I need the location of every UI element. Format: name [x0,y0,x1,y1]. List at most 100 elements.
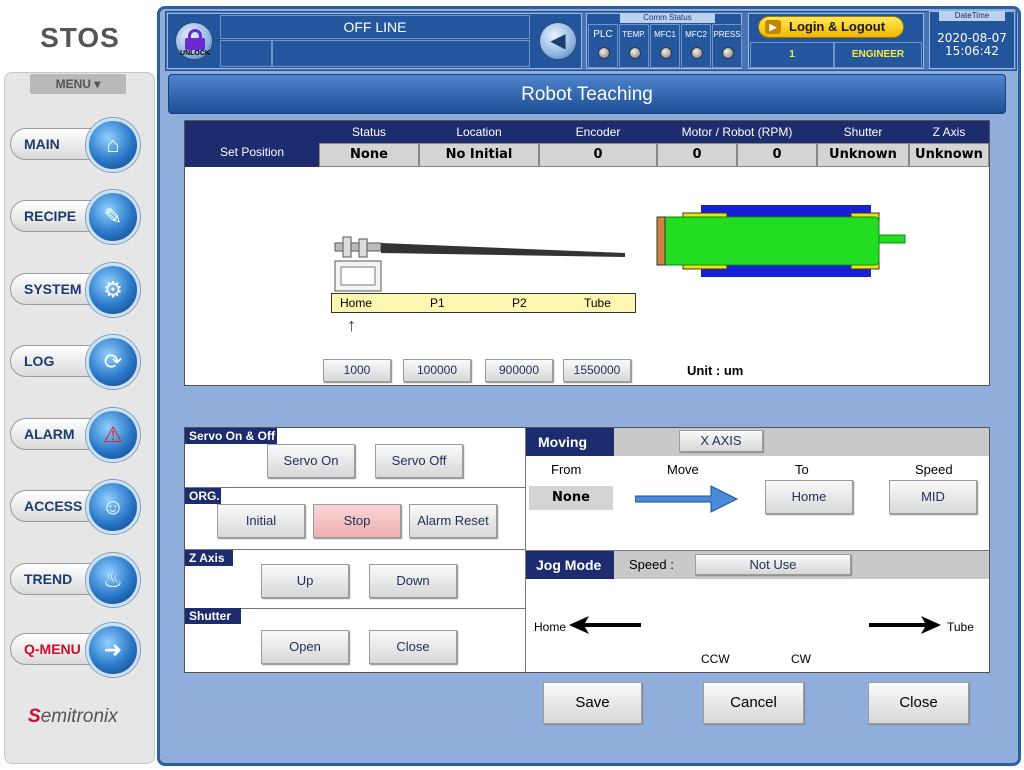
moving-section-title: Moving [526,428,614,456]
save-button[interactable]: Save [543,682,642,724]
motor-robot-header: Motor / Robot (RPM) [657,121,817,143]
shutter-section-title: Shutter [185,608,241,624]
jog-ccw-arrow-icon[interactable] [569,616,641,634]
servo-on-button[interactable]: Servo On [267,444,355,478]
servo-section-title: Servo On & Off [185,428,277,444]
comm-status-indicators: PLC TEMP. MFC1 MFC2 PRESS [588,24,742,68]
unlock-label: UNLOCK [180,50,210,57]
jog-mode-title: Jog Mode [526,551,614,579]
control-panel: Servo On & Off Servo On Servo Off ORG. I… [184,427,990,673]
jog-tube-label: Tube [947,620,974,634]
shutter-close-button[interactable]: Close [369,630,457,664]
preset-tube-button[interactable]: 1550000 [563,359,631,382]
nav-q-menu[interactable]: Q-MENU ➜ [10,621,146,677]
nav-alarm[interactable]: ALARM ⚠ [10,406,146,462]
unlock-button[interactable]: UNLOCK [175,22,213,60]
speed-select-button[interactable]: MID [889,480,977,514]
arrow-right-icon: ▶ [765,20,781,34]
jog-speed-label: Speed : [629,557,674,572]
status-header: Status [319,121,419,143]
menu-label: MENU ▾ [30,74,126,94]
menu-label-text: MENU [55,77,91,91]
track-label-p2: P2 [512,296,527,310]
app-logo: STOS [40,22,120,53]
robot-arm-illustration [334,236,625,292]
date-value: 2020-08-07 [937,31,1007,45]
comm-indicator-label: MFC1 [654,30,676,39]
home-icon: ⌂ [86,118,140,172]
brand-logo-text: emitronix [40,706,118,727]
nav-log[interactable]: LOG ⟳ [10,333,146,389]
comm-indicator-label: PRESS [713,30,741,39]
user-level: 1 [750,42,834,68]
from-value: None [529,486,613,510]
alarm-reset-button[interactable]: Alarm Reset [409,504,497,538]
document-icon: ✎ [86,190,140,244]
divider [185,549,525,550]
current-position-arrow-icon: ↑ [347,315,356,335]
shutter-open-button[interactable]: Open [261,630,349,664]
preset-p2-button[interactable]: 900000 [485,359,553,382]
location-value: No Initial [419,143,539,167]
login-logout-button[interactable]: ▶ Login & Logout [758,16,904,38]
comm-indicator-label: TEMP. [622,30,646,39]
track-label-p1: P1 [430,296,445,310]
nav-main[interactable]: MAIN ⌂ [10,116,146,172]
status-sub-cell-2 [272,40,530,67]
brand-logo-s: S [28,706,41,727]
gears-icon: ⚙ [86,263,140,317]
to-label: To [795,462,809,477]
position-track: Home P1 P2 Tube [331,293,636,313]
jog-cw-arrow-icon[interactable] [869,616,941,634]
nav-recipe[interactable]: RECIPE ✎ [10,188,146,244]
menu-arrow-icon: ▾ [94,77,101,91]
datetime-title: DateTime [939,11,1005,21]
shutter-value: Unknown [817,143,909,167]
encoder-header: Encoder [539,121,657,143]
time-value: 15:06:42 [945,44,999,58]
status-led-icon [691,47,703,59]
zaxis-value: Unknown [909,143,989,167]
brand-logo: Semitronix [28,706,118,728]
status-led-icon [598,47,610,59]
cw-label: CW [791,652,811,666]
warning-icon: ⚠ [86,408,140,462]
preset-p1-button[interactable]: 100000 [403,359,471,382]
user-name: ENGINEER [834,42,922,68]
z-down-button[interactable]: Down [369,564,457,598]
nav-trend[interactable]: TREND ♨ [10,551,146,607]
divider [185,487,525,488]
to-home-button[interactable]: Home [765,480,853,514]
servo-off-button[interactable]: Servo Off [375,444,463,478]
x-axis-button[interactable]: X AXIS [679,430,763,452]
nav-system[interactable]: SYSTEM ⚙ [10,261,146,317]
comm-indicator-press: PRESS [712,24,742,68]
from-label: From [551,462,582,477]
log-icon: ⟳ [86,335,140,389]
stop-button[interactable]: Stop [313,504,401,538]
page-title: Robot Teaching [168,74,1006,114]
chart-icon: ♨ [86,553,140,607]
track-label-home: Home [340,296,373,310]
jog-speed-button[interactable]: Not Use [695,554,851,575]
cancel-button[interactable]: Cancel [703,682,804,724]
exit-door-icon: ➜ [86,623,140,677]
robot-value: 0 [737,143,817,167]
preset-home-button[interactable]: 1000 [323,359,391,382]
zaxis-header: Z Axis [909,121,989,143]
lock-body-icon [185,38,205,50]
move-label: Move [667,462,699,477]
nav-access[interactable]: ACCESS ☺ [10,478,146,534]
speaker-icon[interactable]: ◀ [539,22,577,60]
initial-button[interactable]: Initial [217,504,305,538]
z-up-button[interactable]: Up [261,564,349,598]
org-section-title: ORG. [185,488,221,504]
close-button[interactable]: Close [868,682,969,724]
comm-indicator-label: PLC [593,29,613,40]
comm-indicator-label: MFC2 [685,30,707,39]
comm-indicator-mfc1: MFC1 [650,24,680,68]
status-led-icon [722,47,734,59]
moving-header-bar [614,428,989,456]
comm-status-title: Comm Status [620,13,715,23]
move-arrow-icon [635,485,739,513]
